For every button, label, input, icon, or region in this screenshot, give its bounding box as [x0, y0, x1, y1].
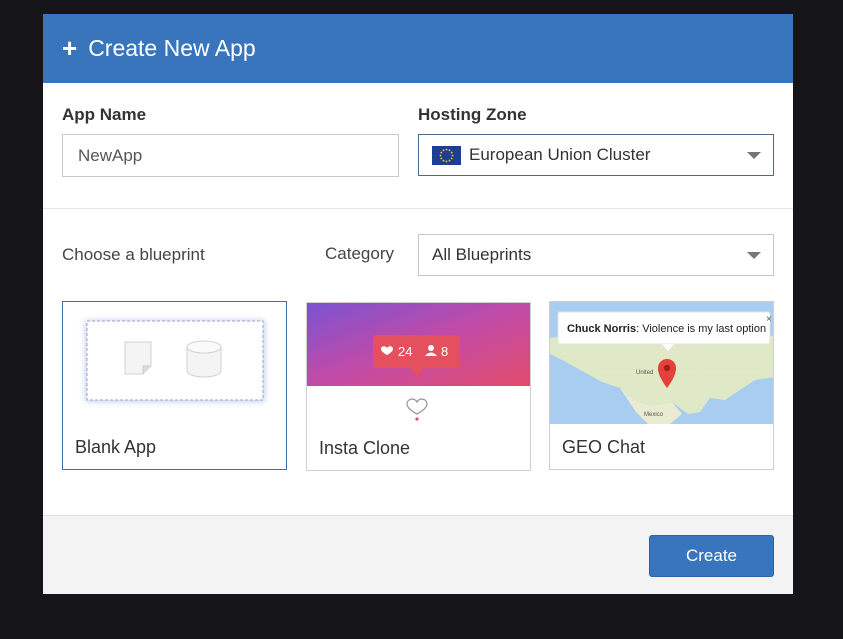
geo-chat-preview: United Mexico Chuck Norris: Violence is … [550, 302, 773, 424]
app-name-label: App Name [62, 105, 147, 124]
dialog-footer: Create [43, 515, 793, 594]
chevron-down-icon [747, 252, 761, 259]
blueprint-card-blank-app[interactable]: Blank App [62, 301, 287, 470]
database-icon [186, 340, 222, 378]
category-label: Category [325, 244, 394, 263]
app-name-input[interactable]: NewApp [62, 134, 399, 177]
dialog-header: + Create New App [43, 14, 793, 83]
eu-flag-icon [432, 145, 461, 165]
hosting-zone-value: European Union Cluster [469, 145, 651, 164]
blueprint-card-label: Insta Clone [319, 438, 411, 458]
blueprint-card-label: GEO Chat [562, 437, 646, 457]
blueprint-card-geo-chat[interactable]: United Mexico Chuck Norris: Violence is … [549, 301, 774, 470]
file-icon [124, 341, 152, 375]
map-label-united: United [636, 370, 653, 376]
blueprint-card-insta-clone[interactable]: 24 8 Insta Clone [306, 302, 531, 471]
insta-clone-preview: 24 8 [307, 303, 530, 425]
map-label-mexico: Mexico [644, 412, 664, 418]
category-value: All Blueprints [432, 245, 532, 264]
hosting-zone-select[interactable]: European Union Cluster [418, 134, 774, 176]
dialog-title: Create New App [88, 35, 256, 61]
chevron-down-icon [747, 152, 761, 159]
blueprint-card-label: Blank App [75, 437, 157, 457]
create-app-dialog: + Create New App App Name NewApp Hosting… [43, 14, 793, 594]
blank-app-preview [63, 302, 286, 424]
close-icon: × [766, 314, 772, 325]
create-button[interactable]: Create [649, 535, 774, 577]
popup-name: Chuck Norris [567, 323, 636, 335]
section-divider [43, 208, 793, 209]
svg-text:Chuck Norris: Violence is my l: Chuck Norris: Violence is my last option [567, 323, 766, 335]
plus-icon: + [62, 32, 78, 63]
hosting-zone-label: Hosting Zone [418, 105, 527, 124]
popup-text: : Violence is my last option [636, 323, 766, 335]
followers-count: 8 [441, 344, 448, 359]
choose-blueprint-label: Choose a blueprint [62, 245, 205, 264]
category-select[interactable]: All Blueprints [418, 234, 774, 276]
likes-count: 24 [398, 344, 412, 359]
